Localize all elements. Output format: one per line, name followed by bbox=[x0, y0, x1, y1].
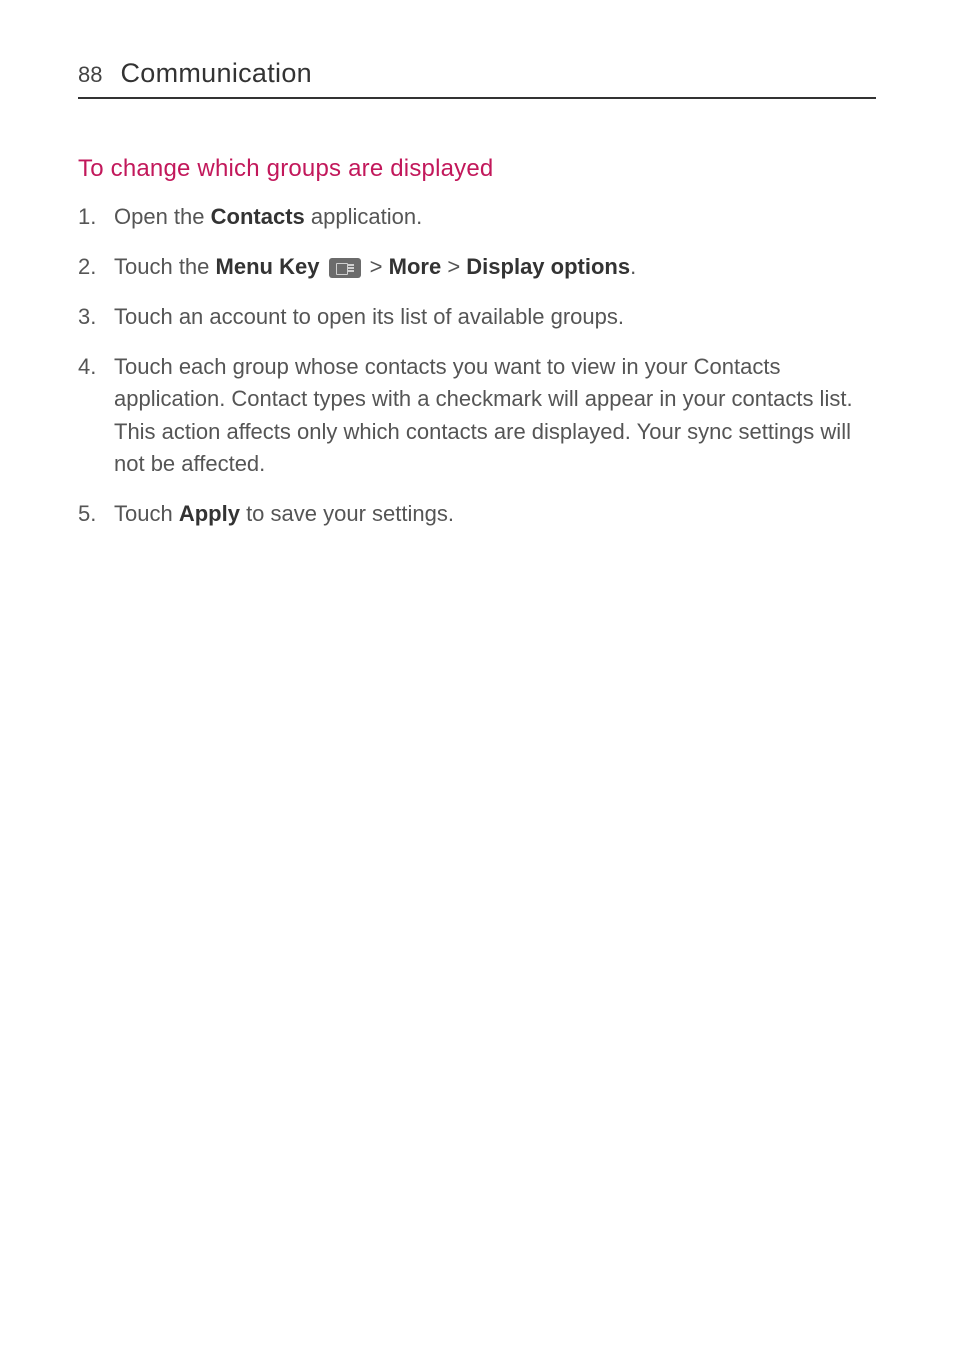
step-text: to save your settings. bbox=[240, 501, 454, 526]
page-header: 88 Communication bbox=[78, 58, 876, 99]
step-text: Touch bbox=[114, 501, 179, 526]
display-options-label: Display options bbox=[466, 254, 630, 279]
step-2: Touch the Menu Key > More > Display opti… bbox=[78, 251, 876, 283]
step-text: application. bbox=[305, 204, 422, 229]
step-text: Touch the bbox=[114, 254, 216, 279]
step-text: > bbox=[364, 254, 389, 279]
steps-list: Open the Contacts application. Touch the… bbox=[78, 201, 876, 530]
apply-label: Apply bbox=[179, 501, 240, 526]
step-1: Open the Contacts application. bbox=[78, 201, 876, 233]
more-label: More bbox=[389, 254, 442, 279]
menu-key-label: Menu Key bbox=[216, 254, 320, 279]
section-title: To change which groups are displayed bbox=[78, 155, 876, 183]
step-text: Touch each group whose contacts you want… bbox=[114, 354, 853, 411]
step-text: . bbox=[630, 254, 636, 279]
step-3: Touch an account to open its list of ava… bbox=[78, 301, 876, 333]
app-name: Contacts bbox=[211, 204, 305, 229]
step-4: Touch each group whose contacts you want… bbox=[78, 351, 876, 481]
step-text: Touch an account to open its list of ava… bbox=[114, 304, 624, 329]
step-text: > bbox=[441, 254, 466, 279]
page-number: 88 bbox=[78, 62, 102, 88]
menu-key-icon bbox=[329, 258, 361, 278]
step-text: Open the bbox=[114, 204, 211, 229]
chapter-title: Communication bbox=[120, 58, 311, 89]
step-5: Touch Apply to save your settings. bbox=[78, 498, 876, 530]
step-subtext: This action affects only which contacts … bbox=[114, 416, 876, 480]
